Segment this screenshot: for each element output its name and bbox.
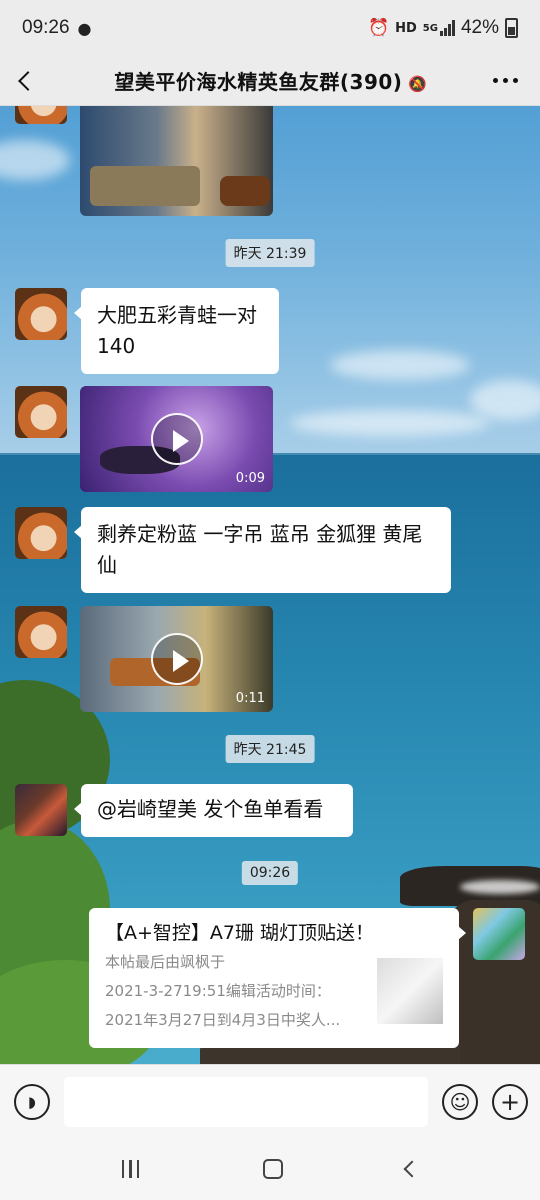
voice-button[interactable]: ◗: [14, 1083, 50, 1120]
message-list[interactable]: 昨天 21:39 大肥五彩青蛙一对 140 0:09 剩养定粉蓝 一字吊 蓝吊 …: [0, 106, 540, 1064]
nav-home-icon[interactable]: [262, 1159, 283, 1179]
emoji-icon: ☺: [449, 1089, 471, 1114]
nav-back-icon[interactable]: [403, 1160, 421, 1178]
my-avatar[interactable]: [473, 908, 525, 960]
signal-icon: [439, 20, 455, 36]
video-duration: 0:09: [235, 471, 265, 486]
text-message[interactable]: 剩养定粉蓝 一字吊 蓝吊 金狐狸 黄尾 仙: [74, 507, 451, 593]
aquarium-rock: [90, 166, 200, 206]
message-text-line: 仙: [97, 553, 117, 577]
video-message[interactable]: 0:09: [80, 386, 273, 492]
timestamp: 昨天 21:45: [225, 735, 315, 763]
avatar[interactable]: [15, 386, 67, 438]
hd-label: HD: [395, 20, 417, 36]
link-card-message[interactable]: 【A+智控】A7珊 瑚灯顶贴送！ 本帖最后由飒枫于 2021-3-2719:51…: [89, 908, 466, 1048]
link-card-title: 【A+智控】A7珊 瑚灯顶贴送！: [105, 922, 375, 944]
message-text-line: 大肥五彩青蛙一对: [97, 303, 257, 327]
group-name: 望美平价海水精英鱼友群(390): [114, 70, 403, 94]
timestamp: 昨天 21:39: [225, 239, 315, 267]
message-text-line: 剩养定粉蓝 一字吊 蓝吊 金狐狸 黄尾: [97, 522, 423, 546]
battery-icon: [505, 18, 518, 38]
play-icon[interactable]: [150, 633, 203, 685]
message-text-line: @岩崎望美 发个鱼单看看: [97, 797, 324, 821]
link-card-desc-line: 本帖最后由飒枫于: [105, 953, 226, 971]
image-message[interactable]: [80, 106, 273, 216]
timestamp: 09:26: [241, 861, 299, 885]
video-duration: 0:11: [235, 691, 265, 706]
link-card-desc-line: 2021-3-2719:51编辑活动时间：: [105, 982, 331, 1000]
text-message[interactable]: @岩崎望美 发个鱼单看看: [74, 784, 353, 837]
avatar[interactable]: [15, 288, 67, 340]
battery-percent: 42%: [460, 17, 499, 38]
avatar[interactable]: [15, 507, 67, 559]
aquarium-object: [220, 176, 270, 206]
message-input[interactable]: [64, 1076, 428, 1127]
avatar[interactable]: [15, 606, 67, 658]
plus-icon: +: [499, 1087, 521, 1116]
status-bar: 09:26 ● ⏰ HD 5G 42%: [0, 0, 540, 56]
chat-header: 望美平价海水精英鱼友群(390) 🔕: [0, 56, 540, 106]
nav-recent-icon[interactable]: [121, 1160, 140, 1178]
status-time: 09:26: [22, 17, 70, 38]
more-options-button[interactable]: [470, 56, 540, 106]
emoji-button[interactable]: ☺: [442, 1083, 478, 1120]
plus-button[interactable]: +: [492, 1083, 528, 1120]
chat-title[interactable]: 望美平价海水精英鱼友群(390) 🔕: [50, 66, 470, 95]
avatar[interactable]: [15, 106, 67, 124]
link-card-thumbnail: [377, 958, 443, 1024]
text-message[interactable]: 大肥五彩青蛙一对 140: [74, 288, 279, 374]
back-button[interactable]: [0, 56, 50, 106]
mute-bell-icon: 🔕: [408, 75, 428, 93]
message-text-line: 140: [97, 334, 136, 358]
alarm-icon: ⏰: [367, 18, 390, 38]
voice-icon: ◗: [28, 1092, 36, 1111]
link-card-desc-line: 2021年3月27日到4月3日中奖人...: [105, 1011, 341, 1029]
avatar[interactable]: [15, 784, 67, 836]
wechat-notification-icon: ●: [77, 18, 92, 38]
play-icon[interactable]: [150, 413, 203, 465]
back-arrow-icon: [18, 70, 38, 91]
input-bar: ◗ ☺ +: [0, 1064, 540, 1138]
video-message[interactable]: 0:11: [80, 606, 273, 712]
status-right-group: ⏰ HD 5G 42%: [368, 17, 518, 39]
system-nav-bar: [0, 1138, 540, 1200]
network-type: 5G: [422, 22, 438, 34]
more-dots-icon: [492, 78, 498, 83]
